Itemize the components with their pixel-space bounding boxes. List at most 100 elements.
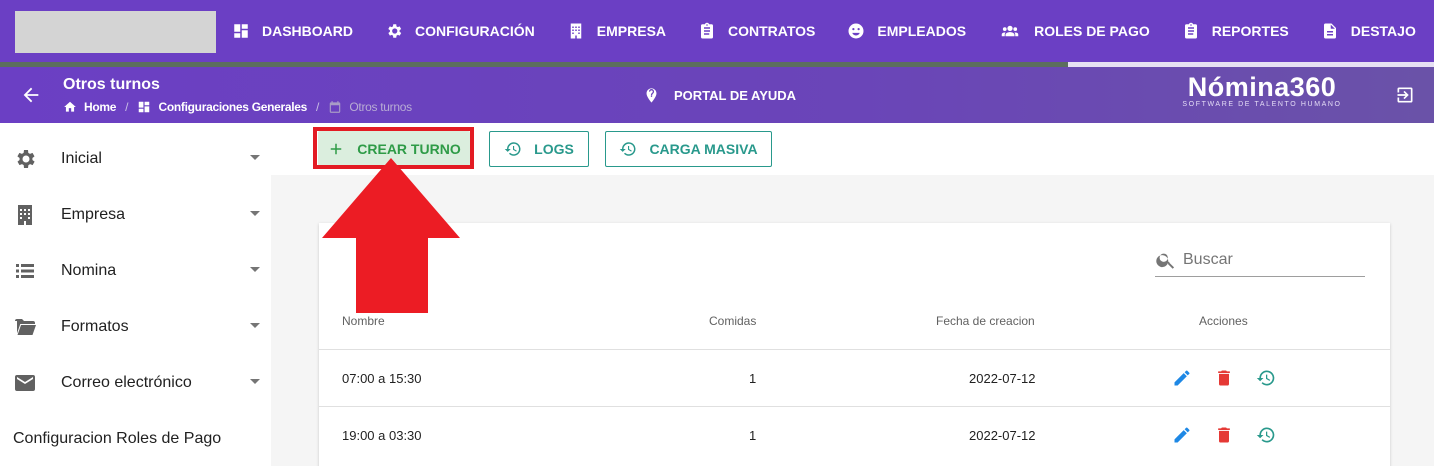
column-header-nombre[interactable]: Nombre [342, 314, 385, 328]
breadcrumb-separator: / [316, 100, 320, 114]
clipboard-icon [701, 22, 714, 39]
cell-comidas: 1 [749, 428, 757, 443]
nav-empleados[interactable]: EMPLEADOS [847, 22, 966, 40]
sidebar-item-nomina[interactable]: Nomina [0, 243, 271, 299]
nav-label: EMPLEADOS [877, 23, 967, 39]
top-nav-links: DASHBOARD CONFIGURACIÓN EMPRESA CONTRATO… [232, 0, 1434, 62]
chevron-down-icon [250, 379, 260, 384]
cell-nombre: 07:00 a 15:30 [342, 371, 422, 386]
page-header: Otros turnos Home / Configuraciones Gene… [0, 67, 1434, 123]
folder-icon [13, 315, 37, 339]
breadcrumb-label: Home [84, 100, 117, 114]
cell-nombre: 19:00 a 03:30 [342, 428, 422, 443]
sidebar-item-label: Inicial [61, 150, 102, 167]
brand-logo: Nómina360 SOFTWARE DE TALENTO HUMANO [1172, 73, 1352, 108]
nav-roles-de-pago[interactable]: ROLES DE PAGO [998, 22, 1150, 40]
people-icon [1001, 25, 1019, 37]
logout-icon [1397, 87, 1413, 103]
sidebar-item-correo[interactable]: Correo electrónico [0, 355, 271, 411]
nav-reportes[interactable]: REPORTES [1182, 22, 1289, 40]
logout-button[interactable] [1395, 85, 1415, 105]
calendar-icon [330, 101, 341, 113]
arrow-left-icon [23, 87, 39, 103]
carga-masiva-label: CARGA MASIVA [649, 141, 758, 157]
breadcrumb-configuraciones[interactable]: Configuraciones Generales [137, 100, 307, 114]
annotation-arrow [322, 158, 460, 313]
back-button[interactable] [20, 84, 42, 106]
breadcrumb-home[interactable]: Home [63, 100, 116, 114]
nav-label: CONFIGURACIÓN [415, 23, 535, 39]
nav-label: DASHBOARD [262, 23, 353, 39]
sidebar-item-label: Formatos [61, 318, 129, 335]
sidebar-item-label: Nomina [61, 262, 117, 279]
nav-configuracion[interactable]: CONFIGURACIÓN [385, 22, 535, 40]
help-icon [646, 88, 657, 103]
gear-icon [388, 24, 402, 38]
cell-fecha: 2022-07-12 [969, 428, 1036, 443]
column-header-acciones: Acciones [1199, 314, 1248, 328]
table-row[interactable]: 19:00 a 03:30 1 2022-07-12 [319, 406, 1390, 463]
logs-label: LOGS [534, 141, 574, 157]
building-icon [570, 23, 582, 39]
help-portal-label: PORTAL DE AYUDA [674, 88, 797, 103]
logs-button[interactable]: LOGS [489, 131, 589, 167]
history-icon[interactable] [1256, 368, 1276, 388]
document-icon [1323, 23, 1336, 39]
nav-label: DESTAJO [1350, 23, 1416, 39]
nav-destajo[interactable]: DESTAJO [1321, 22, 1416, 40]
nav-empresa[interactable]: EMPRESA [567, 22, 666, 40]
carga-masiva-button[interactable]: CARGA MASIVA [605, 131, 772, 167]
list-icon [13, 259, 37, 283]
gear-icon [13, 147, 37, 171]
table-row[interactable]: 07:00 a 15:30 1 2022-07-12 [319, 349, 1390, 406]
nav-contratos[interactable]: CONTRATOS [698, 22, 815, 40]
breadcrumb-current: Otros turnos [328, 100, 412, 114]
history-icon[interactable] [1256, 425, 1276, 445]
search-icon [1156, 253, 1175, 269]
company-logo[interactable] [15, 11, 216, 53]
column-header-comidas[interactable]: Comidas [709, 314, 756, 328]
top-nav: DASHBOARD CONFIGURACIÓN EMPRESA CONTRATO… [0, 0, 1434, 62]
search-input[interactable] [1183, 250, 1353, 269]
chevron-down-icon [250, 267, 260, 272]
brand-name: Nómina360 [1187, 72, 1337, 102]
brand-tagline: SOFTWARE DE TALENTO HUMANO [1182, 101, 1342, 108]
sidebar-item-empresa[interactable]: Empresa [0, 187, 271, 243]
delete-icon[interactable] [1214, 425, 1234, 445]
nav-dashboard[interactable]: DASHBOARD [232, 22, 353, 40]
chevron-down-icon [250, 211, 260, 216]
sidebar-item-label: Empresa [61, 206, 126, 223]
chevron-down-icon [250, 323, 260, 328]
cell-fecha: 2022-07-12 [969, 371, 1036, 386]
turnos-table-card: Nombre Comidas Fecha de creacion Accione… [319, 223, 1390, 466]
sidebar: Inicial Empresa Nomina Formatos Correo e… [0, 123, 271, 466]
clipboard-icon [1184, 22, 1197, 39]
nav-label: CONTRATOS [728, 23, 816, 39]
page-title: Otros turnos [63, 76, 160, 93]
sidebar-item-label: Correo electrónico [61, 374, 192, 391]
nav-label: EMPRESA [596, 23, 667, 39]
sidebar-item-roles-config[interactable]: Configuracion Roles de Pago [13, 430, 221, 448]
mail-icon [13, 371, 37, 395]
sidebar-item-formatos[interactable]: Formatos [0, 299, 271, 355]
breadcrumb-label: Otros turnos [349, 100, 412, 114]
help-portal-link[interactable]: PORTAL DE AYUDA [643, 87, 796, 104]
sidebar-item-inicial[interactable]: Inicial [0, 131, 271, 187]
face-icon [848, 23, 864, 39]
search-box[interactable] [1155, 243, 1365, 277]
history-icon [620, 142, 636, 156]
edit-icon[interactable] [1172, 425, 1192, 445]
app-root: DASHBOARD CONFIGURACIÓN EMPRESA CONTRATO… [0, 0, 1434, 466]
breadcrumb: Home / Configuraciones Generales / Otros… [63, 100, 412, 114]
breadcrumb-label: Configuraciones Generales [158, 100, 308, 114]
delete-icon[interactable] [1214, 368, 1234, 388]
history-icon [504, 142, 521, 156]
edit-icon[interactable] [1172, 368, 1192, 388]
column-header-fecha[interactable]: Fecha de creacion [936, 314, 1035, 328]
dashboard-icon [234, 24, 248, 38]
nav-label: REPORTES [1211, 23, 1289, 39]
nav-label: ROLES DE PAGO [1034, 23, 1150, 39]
building-icon [13, 203, 37, 227]
dashboard-icon [139, 101, 150, 113]
breadcrumb-separator: / [125, 100, 129, 114]
